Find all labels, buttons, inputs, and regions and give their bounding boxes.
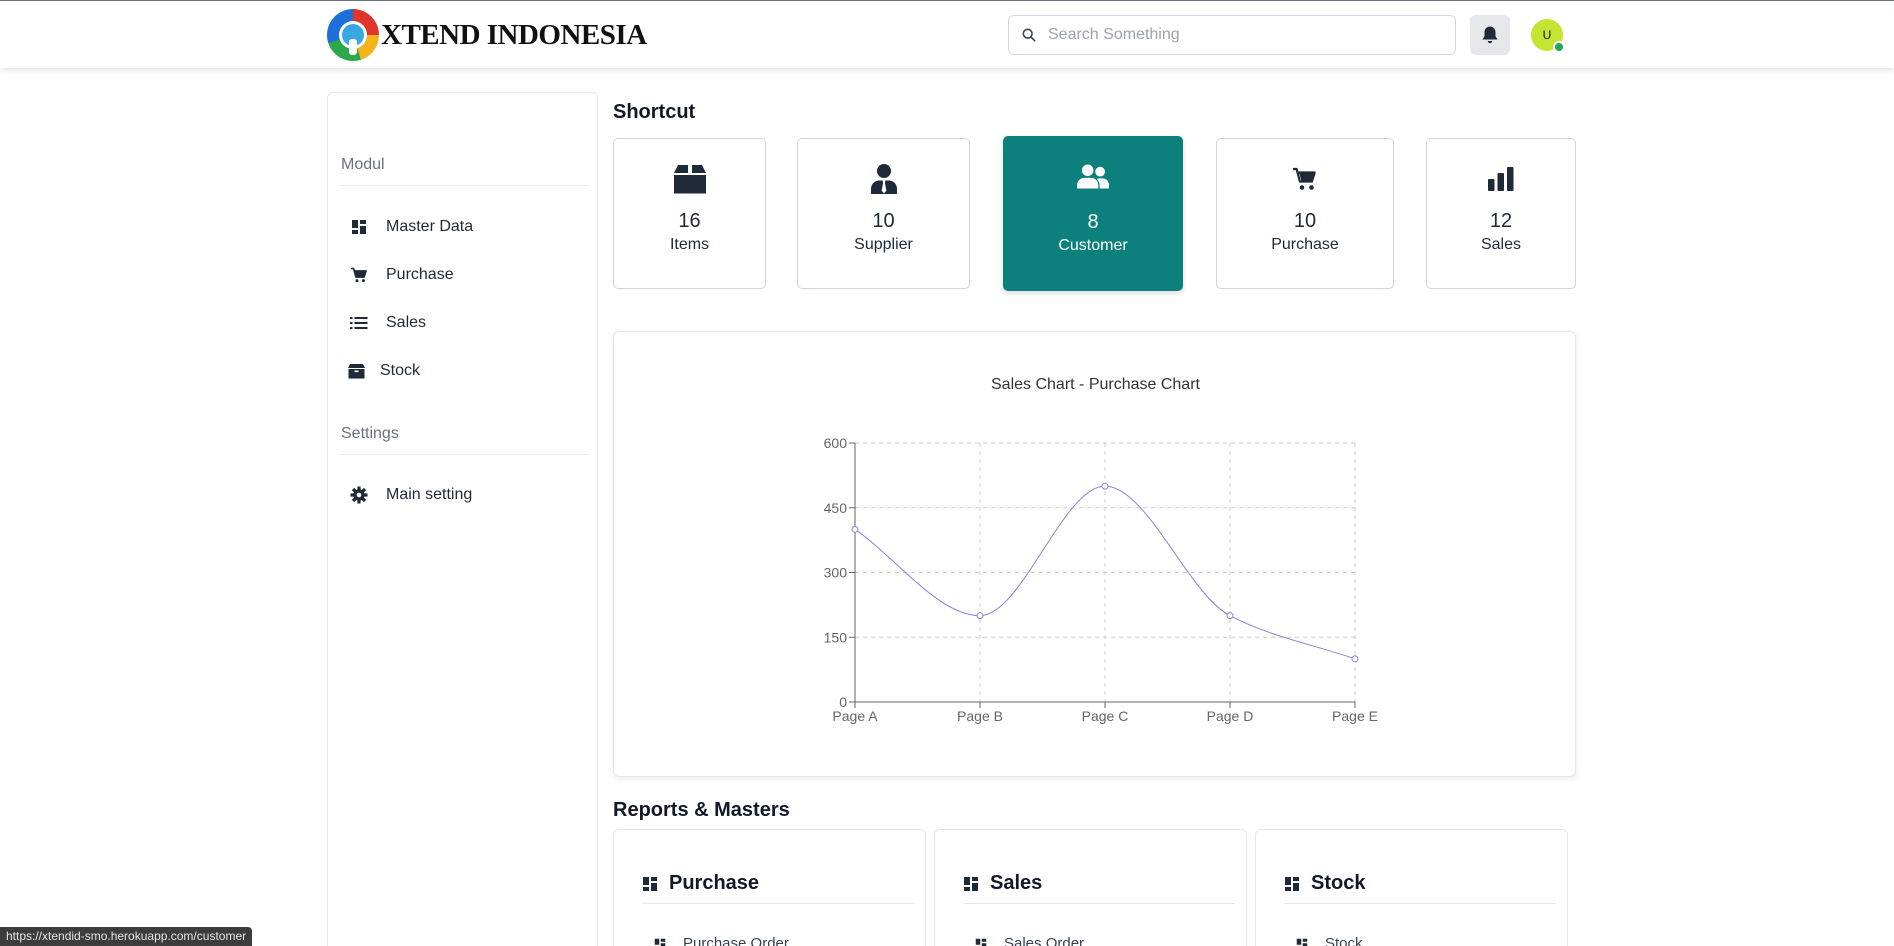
report-card-divider bbox=[642, 903, 914, 904]
logo-mark-icon bbox=[327, 9, 379, 61]
dashboard-icon bbox=[1296, 938, 1308, 946]
chart-y-tick-label: 300 bbox=[824, 565, 848, 581]
sidebar-item-stock[interactable]: Stock bbox=[347, 357, 420, 385]
chart-x-tick-label: Page E bbox=[1332, 708, 1378, 724]
dashboard-icon bbox=[975, 938, 987, 946]
report-card-title[interactable]: Stock bbox=[1284, 872, 1365, 895]
avatar-initial: U bbox=[1542, 28, 1552, 42]
report-card-title-text: Purchase bbox=[669, 872, 760, 894]
sidebar-item-label: Main setting bbox=[386, 486, 473, 503]
top-navbar: XTEND INDONESIA U bbox=[0, 0, 1894, 68]
report-link-sales-order[interactable]: Sales Order bbox=[975, 935, 1084, 946]
sidebar-item-label: Purchase bbox=[386, 266, 454, 283]
report-link-label: Sales Order bbox=[1004, 935, 1085, 946]
bar-chart-icon bbox=[1485, 163, 1517, 195]
shortcut-count: 10 bbox=[1293, 210, 1317, 232]
report-card-title[interactable]: Sales bbox=[963, 872, 1042, 895]
chart-x-tick-label: Page A bbox=[832, 708, 878, 724]
brand-name: XTEND INDONESIA bbox=[381, 18, 647, 51]
report-link-stock[interactable]: Stock bbox=[1296, 935, 1363, 946]
report-card-divider bbox=[1284, 903, 1556, 904]
chart-x-tick-label: Page C bbox=[1082, 708, 1129, 724]
sidebar: Modul Master Data Purchase Sales Stock S… bbox=[327, 92, 598, 946]
sidebar-item-label: Stock bbox=[380, 362, 421, 379]
chart-x-tick-label: Page D bbox=[1207, 708, 1254, 724]
dashboard-icon bbox=[1285, 876, 1299, 891]
shortcut-card-supplier[interactable]: 10 Supplier bbox=[797, 138, 970, 289]
chart-point-page-e bbox=[1351, 655, 1359, 663]
cart-icon bbox=[1289, 163, 1321, 195]
browser-status-url: https://xtendid-smo.herokuapp.com/custom… bbox=[0, 927, 253, 946]
shortcut-label: Purchase bbox=[1271, 236, 1339, 253]
sidebar-item-purchase[interactable]: Purchase bbox=[350, 261, 454, 289]
sidebar-item-label: Master Data bbox=[386, 218, 474, 235]
line-chart: 0150300450600Page A Page B Page C Page D Pag… bbox=[824, 435, 1378, 724]
shortcut-count: 12 bbox=[1489, 210, 1513, 232]
bell-icon bbox=[1482, 26, 1498, 44]
report-card-stock: Stock Stock bbox=[1255, 829, 1568, 946]
sidebar-section-modul: Modul bbox=[341, 156, 385, 173]
chart-y-tick-label: 150 bbox=[824, 629, 848, 645]
shortcut-card-purchase[interactable]: 10 Purchase bbox=[1216, 138, 1394, 289]
sidebar-item-main-setting[interactable]: Main setting bbox=[350, 481, 472, 509]
reports-heading: Reports & Masters bbox=[613, 799, 790, 821]
chart-point-page-b bbox=[976, 612, 984, 620]
chart-y-tick-label: 450 bbox=[824, 500, 848, 516]
dashboard-icon bbox=[643, 876, 657, 891]
report-card-title-text: Sales bbox=[990, 872, 1043, 894]
gear-icon bbox=[350, 486, 368, 504]
shortcut-card-sales[interactable]: 12 Sales bbox=[1426, 138, 1576, 289]
sidebar-item-master-data[interactable]: Master Data bbox=[350, 213, 473, 241]
chart-point-page-d bbox=[1226, 612, 1234, 620]
dashboard-icon bbox=[350, 218, 368, 236]
shortcut-card-customer[interactable]: 8 Customer bbox=[1003, 136, 1183, 291]
shortcut-count: 10 bbox=[872, 210, 895, 232]
list-icon bbox=[350, 314, 368, 332]
search-box[interactable] bbox=[1008, 15, 1456, 55]
brand-logo[interactable]: XTEND INDONESIA bbox=[327, 9, 647, 61]
shortcut-label: Sales bbox=[1480, 236, 1522, 253]
shortcut-count: 8 bbox=[1087, 211, 1099, 233]
shortcut-label: Supplier bbox=[854, 236, 913, 253]
sidebar-section-settings: Settings bbox=[341, 425, 399, 442]
sidebar-item-label: Sales bbox=[386, 314, 427, 331]
shortcut-heading: Shortcut bbox=[613, 101, 696, 123]
shortcut-label: Items bbox=[669, 236, 710, 253]
cart-icon bbox=[350, 266, 368, 284]
chart-point-page-a bbox=[851, 525, 859, 533]
online-status-dot bbox=[1553, 41, 1565, 53]
dashboard-icon bbox=[964, 876, 978, 891]
search-input[interactable] bbox=[1048, 26, 1448, 44]
report-link-purchase-order[interactable]: Purchase Order bbox=[654, 935, 789, 946]
search-icon bbox=[1022, 28, 1036, 42]
users-icon bbox=[1077, 161, 1109, 193]
chart-point-page-c bbox=[1101, 482, 1109, 490]
user-tie-icon bbox=[868, 163, 900, 195]
shortcut-label: Customer bbox=[1058, 237, 1128, 254]
report-card-title[interactable]: Purchase bbox=[642, 872, 759, 895]
notification-button[interactable] bbox=[1470, 15, 1510, 55]
report-card-sales: Sales Sales Order bbox=[934, 829, 1247, 946]
sidebar-divider bbox=[341, 454, 589, 455]
dashboard-icon bbox=[654, 938, 666, 946]
shortcut-count: 16 bbox=[678, 210, 701, 232]
report-card-divider bbox=[963, 903, 1235, 904]
report-card-purchase: Purchase Purchase Order bbox=[613, 829, 926, 946]
shortcut-card-items[interactable]: 16 Items bbox=[613, 138, 766, 289]
chart-x-tick-label: Page B bbox=[957, 708, 1003, 724]
report-card-title-text: Stock bbox=[1311, 872, 1366, 894]
report-link-label: Purchase Order bbox=[683, 935, 789, 946]
sales-purchase-chart-panel: Sales Chart - Purchase Chart 0 150 300 450 6… bbox=[613, 331, 1576, 777]
box-icon bbox=[347, 362, 365, 380]
sidebar-divider bbox=[341, 185, 589, 186]
chart-y-tick-label: 600 bbox=[824, 435, 848, 451]
report-link-label: Stock bbox=[1325, 935, 1363, 946]
box-icon bbox=[673, 163, 706, 195]
sidebar-item-sales[interactable]: Sales bbox=[350, 309, 426, 337]
